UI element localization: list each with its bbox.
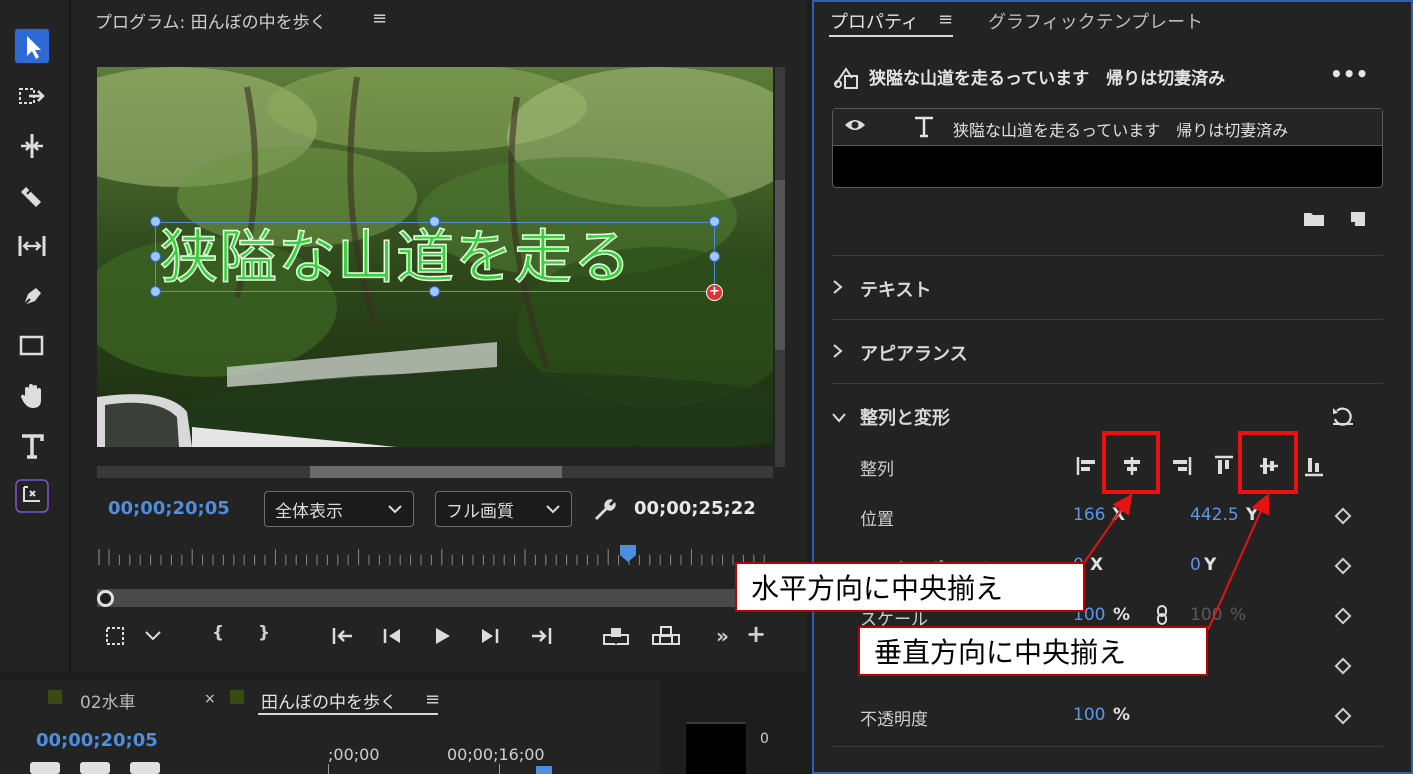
callout-horizontal-center: 水平方向に中央揃え [735, 562, 1085, 612]
callout-vertical-center: 垂直方向に中央揃え [858, 626, 1208, 676]
